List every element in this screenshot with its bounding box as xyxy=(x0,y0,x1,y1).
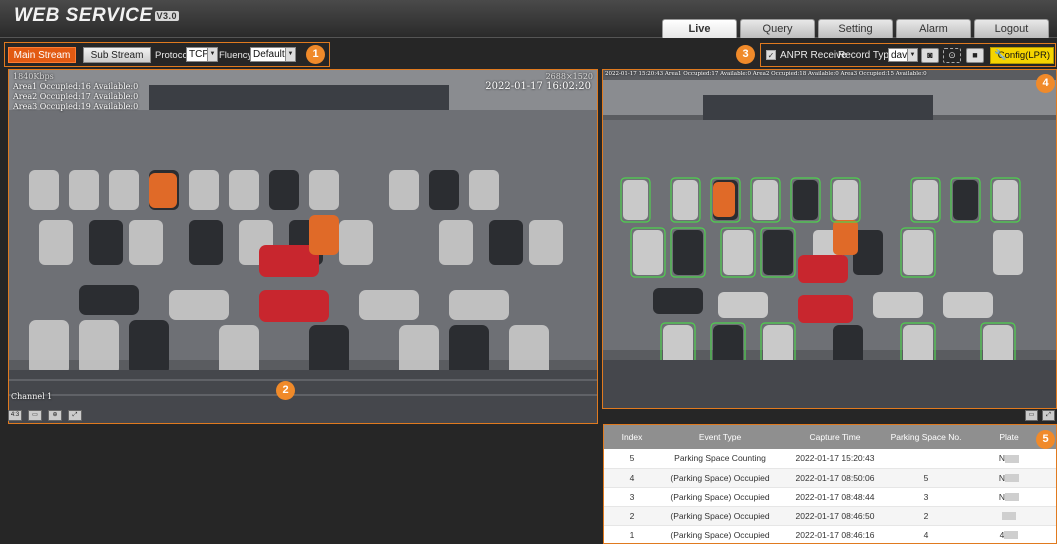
chevron-down-icon: ▼ xyxy=(207,48,217,61)
screen-icon[interactable]: ▭ xyxy=(28,410,42,421)
parking-detection-scene xyxy=(603,70,1056,408)
anpr-receive-checkbox[interactable]: ✓ xyxy=(766,50,776,60)
fullscreen-icon[interactable]: ⤢ xyxy=(1042,410,1055,421)
plate-redaction xyxy=(1005,474,1020,483)
cell-plate: N xyxy=(962,468,1056,488)
table-row[interactable]: 5 Parking Space Counting 2022-01-17 15:2… xyxy=(604,449,1056,469)
cell-capture-time: 2022-01-17 08:46:50 xyxy=(780,506,890,526)
tab-logout[interactable]: Logout xyxy=(974,19,1049,38)
wrench-icon: 🔧 xyxy=(994,50,1007,61)
event-list: Index Event Type Capture Time Parking Sp… xyxy=(603,424,1057,544)
area-overlay-3: Area3 Occupied:19 Available:0 xyxy=(13,102,139,111)
tab-live[interactable]: Live xyxy=(662,19,737,38)
cell-plate: N xyxy=(962,449,1056,469)
cell-event-type: (Parking Space) Occupied xyxy=(660,468,780,488)
cell-event-type: (Parking Space) Occupied xyxy=(660,487,780,507)
cell-index: 4 xyxy=(604,468,660,488)
chevron-down-icon: ▼ xyxy=(907,49,917,61)
area-overlay-2: Area2 Occupied:17 Available:0 xyxy=(13,92,139,101)
plate-redaction xyxy=(1002,512,1016,521)
cell-capture-time: 2022-01-17 08:50:06 xyxy=(780,468,890,488)
plate-redaction xyxy=(1004,531,1019,540)
channel-label: Channel 1 xyxy=(11,392,53,401)
event-table: Index Event Type Capture Time Parking Sp… xyxy=(604,425,1056,543)
cell-index: 3 xyxy=(604,487,660,507)
cell-parking-space: 2 xyxy=(890,506,962,526)
record-type-select[interactable]: dav ▼ xyxy=(888,48,918,62)
live-video-detection[interactable]: 2022-01-17 15:20:43 Area1 Occupied:17 Av… xyxy=(602,69,1057,409)
cell-plate: 4 xyxy=(962,525,1056,543)
protocol-label: Protocol xyxy=(155,50,190,61)
cell-plate xyxy=(962,506,1056,526)
anpr-toolbar: ✓ ANPR Receive Record Type dav ▼ ◙ ⊙ ■ 🔧… xyxy=(760,43,1056,67)
table-row[interactable]: 1 (Parking Space) Occupied 2022-01-17 08… xyxy=(604,525,1056,543)
tab-alarm[interactable]: Alarm xyxy=(896,19,971,38)
timestamp-osd: 2022-01-17 16:02:20 xyxy=(485,81,591,92)
fullscreen-icon[interactable]: ⤢ xyxy=(68,410,82,421)
cell-event-type: (Parking Space) Occupied xyxy=(660,525,780,543)
parking-lot-scene xyxy=(9,70,597,423)
logo: WEB SERVICE V3.0 xyxy=(14,5,180,27)
col-capture-time: Capture Time xyxy=(780,425,890,449)
col-index: Index xyxy=(604,425,660,449)
col-event-type: Event Type xyxy=(660,425,780,449)
tab-query[interactable]: Query xyxy=(740,19,815,38)
record-type-value: dav xyxy=(891,50,908,61)
config-lpr-button[interactable]: 🔧 Config(LPR) xyxy=(990,47,1054,64)
table-row[interactable]: 3 (Parking Space) Occupied 2022-01-17 08… xyxy=(604,487,1056,507)
callout-badge-3: 3 xyxy=(736,45,755,64)
cell-event-type: Parking Space Counting xyxy=(660,449,780,469)
video-control-bar: 4:3 ▭ ⊕ ⤢ xyxy=(8,410,88,424)
ratio-icon[interactable]: 4:3 xyxy=(8,410,22,421)
callout-badge-2: 2 xyxy=(276,381,295,400)
cell-parking-space: 4 xyxy=(890,525,962,543)
record-icon[interactable]: ■ xyxy=(966,48,984,63)
fluency-select[interactable]: Default ▼ xyxy=(250,47,296,62)
header-bar: WEB SERVICE V3.0 Live Query Setting Alarm… xyxy=(0,0,1057,38)
zoom-icon[interactable]: ⊕ xyxy=(48,410,62,421)
cell-parking-space xyxy=(890,449,962,469)
callout-badge-5: 5 xyxy=(1036,430,1055,449)
app-root: WEB SERVICE V3.0 Live Query Setting Alarm… xyxy=(0,0,1057,544)
protocol-select[interactable]: TCP ▼ xyxy=(186,47,218,62)
anpr-receive-label: ANPR Receive xyxy=(780,50,847,61)
main-nav-tabs: Live Query Setting Alarm Logout xyxy=(659,19,1049,38)
cell-parking-space: 5 xyxy=(890,468,962,488)
area-overlay-1: Area1 Occupied:16 Available:0 xyxy=(13,82,139,91)
plate-redaction xyxy=(1005,493,1020,502)
version-badge: V3.0 xyxy=(154,10,180,21)
stream-toolbar: Main Stream Sub Stream Protocol TCP ▼ Fl… xyxy=(4,42,330,67)
fluency-value: Default xyxy=(253,49,285,60)
tab-setting[interactable]: Setting xyxy=(818,19,893,38)
table-row[interactable]: 4 (Parking Space) Occupied 2022-01-17 08… xyxy=(604,468,1056,488)
resolution-osd: 2688×1520 xyxy=(545,72,593,81)
sub-stream-button[interactable]: Sub Stream xyxy=(83,47,151,63)
fluency-label: Fluency xyxy=(219,50,253,61)
plate-redaction xyxy=(1005,455,1020,463)
region-select-icon[interactable]: ⊙ xyxy=(943,48,961,63)
logo-text: WEB SERVICE xyxy=(14,5,153,26)
protocol-value: TCP xyxy=(189,49,209,60)
cell-capture-time: 2022-01-17 08:48:44 xyxy=(780,487,890,507)
cell-parking-space: 3 xyxy=(890,487,962,507)
cell-plate: N xyxy=(962,487,1056,507)
snapshot-icon[interactable]: ◙ xyxy=(921,48,939,63)
cell-index: 2 xyxy=(604,506,660,526)
bitrate-osd: 1840Kbps xyxy=(13,72,54,81)
col-parking-space: Parking Space No. xyxy=(890,425,962,449)
cell-capture-time: 2022-01-17 15:20:43 xyxy=(780,449,890,469)
live-video-main[interactable]: 1840Kbps 2688×1520 2022-01-17 16:02:20 A… xyxy=(8,69,598,424)
cell-capture-time: 2022-01-17 08:46:16 xyxy=(780,525,890,543)
record-type-label: Record Type xyxy=(838,50,895,61)
cell-event-type: (Parking Space) Occupied xyxy=(660,506,780,526)
screen-icon[interactable]: ▭ xyxy=(1025,410,1038,421)
table-row[interactable]: 2 (Parking Space) Occupied 2022-01-17 08… xyxy=(604,506,1056,526)
cell-index: 1 xyxy=(604,525,660,543)
detection-overlay: 2022-01-17 15:20:43 Area1 Occupied:17 Av… xyxy=(605,71,927,77)
chevron-down-icon: ▼ xyxy=(285,48,295,61)
callout-badge-4: 4 xyxy=(1036,74,1055,93)
main-stream-button[interactable]: Main Stream xyxy=(8,47,76,63)
callout-badge-1: 1 xyxy=(306,45,325,64)
cell-index: 5 xyxy=(604,449,660,469)
